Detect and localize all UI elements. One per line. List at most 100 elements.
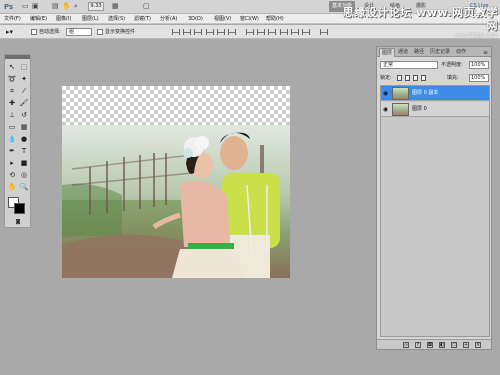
menu-image[interactable]: 图像(I) <box>56 15 71 23</box>
opacity-field[interactable]: 100% <box>469 61 489 69</box>
3d-rotate-icon[interactable]: ⟲ <box>7 170 17 180</box>
move-tool-icon[interactable]: ↖ <box>7 62 17 72</box>
visibility-eye-icon[interactable]: ◉ <box>382 90 389 97</box>
menu-analysis[interactable]: 分析(A) <box>160 15 177 23</box>
auto-select-label: 自动选择: <box>39 29 61 35</box>
opacity-label: 不透明度: <box>441 62 463 68</box>
tab-layers[interactable]: 图层 <box>379 48 396 57</box>
menu-3d[interactable]: 3D(D) <box>188 15 203 23</box>
menu-window[interactable]: 窗口(W) <box>240 15 259 23</box>
lock-position-icon[interactable] <box>413 75 418 81</box>
eraser-tool-icon[interactable]: ▭ <box>7 122 17 132</box>
menu-select[interactable]: 选择(S) <box>108 15 125 23</box>
quick-mask-icon[interactable]: ◙ <box>13 217 23 225</box>
new-layer-icon[interactable]: + <box>463 342 469 348</box>
layers-panel: 图层 通道 路径 历史记录 动作 ≡ 正常 不透明度: 100% 锁定: 填充:… <box>376 46 492 350</box>
lasso-tool-icon[interactable]: ➰ <box>7 74 17 84</box>
distribute-right-icon[interactable] <box>302 29 310 35</box>
path-select-icon[interactable]: ▸ <box>7 158 17 168</box>
layer-mask-icon[interactable]: ◘ <box>427 342 433 348</box>
fill-label: 填充: <box>447 75 459 81</box>
align-horizontal-center-icon[interactable] <box>217 29 225 35</box>
align-left-icon[interactable] <box>206 29 214 35</box>
eyedropper-icon[interactable]: ⁄ <box>19 86 29 96</box>
brush-tool-icon[interactable]: 🖌 <box>19 98 29 108</box>
distribute-bottom-icon[interactable] <box>268 29 276 35</box>
zoom-icon[interactable]: ⌕ <box>74 2 78 11</box>
bridge-icon[interactable]: ▭ <box>22 2 29 11</box>
auto-align-layers-icon[interactable] <box>320 29 328 35</box>
arrange-documents-icon[interactable]: ▦ <box>112 2 119 11</box>
align-right-icon[interactable] <box>228 29 236 35</box>
tab-paths[interactable]: 路径 <box>412 48 426 57</box>
layer-row-copy[interactable]: ◉ 图层 0 副本 <box>381 86 489 101</box>
type-tool-icon[interactable]: T <box>19 146 29 156</box>
layer-thumbnail <box>392 103 409 116</box>
move-tool-preset-icon[interactable]: ▸▾ <box>6 28 13 36</box>
fill-field[interactable]: 100% <box>469 74 489 82</box>
tools-panel: ↖ ⬚ ➰ ✦ ⌗ ⁄ ✚ 🖌 ⊥ ↺ ▭ ▦ 💧 ● ✒ T ▸ ■ ⟲ ◎ ✋ 🔍 ◙ <box>4 54 31 228</box>
zoom-level[interactable]: 9.33 <box>88 2 104 11</box>
marquee-tool-icon[interactable]: ⬚ <box>19 62 29 72</box>
watermark-text: 思缘设计论坛 www.网页教学网 <box>342 6 498 32</box>
lock-transparency-icon[interactable] <box>397 75 402 81</box>
screen-mode-icon[interactable]: ▢ <box>143 2 150 11</box>
pen-tool-icon[interactable]: ✒ <box>7 146 17 156</box>
lock-label: 锁定: <box>380 75 392 81</box>
panel-menu-icon[interactable]: ≡ <box>481 48 490 57</box>
history-brush-icon[interactable]: ↺ <box>19 110 29 120</box>
hand-icon[interactable]: ✋ <box>62 2 71 11</box>
dodge-tool-icon[interactable]: ● <box>19 134 29 144</box>
crop-tool-icon[interactable]: ⌗ <box>7 86 17 96</box>
link-layers-icon[interactable]: ∞ <box>403 342 409 348</box>
zoom-tool-icon[interactable]: 🔍 <box>19 182 29 192</box>
align-bottom-icon[interactable] <box>194 29 202 35</box>
tab-history[interactable]: 历史记录 <box>428 48 452 57</box>
lock-all-icon[interactable] <box>421 75 426 81</box>
shape-tool-icon[interactable]: ■ <box>19 158 29 168</box>
hand-tool-icon[interactable]: ✋ <box>7 182 17 192</box>
watermark-subtext: www.WEBJX.COM <box>454 33 498 39</box>
gradient-tool-icon[interactable]: ▦ <box>19 122 29 132</box>
healing-brush-icon[interactable]: ✚ <box>7 98 17 108</box>
layer-style-icon[interactable]: f <box>415 342 421 348</box>
menu-edit[interactable]: 编辑(E) <box>30 15 47 23</box>
auto-select-checkbox[interactable] <box>31 29 37 35</box>
wedding-photo-illustration <box>62 125 290 278</box>
menu-filter[interactable]: 滤镜(T) <box>134 15 151 23</box>
distribute-center-icon[interactable] <box>257 29 265 35</box>
magic-wand-icon[interactable]: ✦ <box>19 74 29 84</box>
lock-image-icon[interactable] <box>405 75 410 81</box>
clone-stamp-icon[interactable]: ⊥ <box>7 110 17 120</box>
show-transform-checkbox[interactable] <box>97 29 103 35</box>
layer-row-base[interactable]: ◉ 图层 0 <box>381 102 489 117</box>
adjustment-layer-icon[interactable]: ◐ <box>439 342 445 348</box>
watermark: 思缘设计论坛 www.网页教学网 www.WEBJX.COM <box>340 6 498 39</box>
tools-panel-header[interactable] <box>5 55 30 59</box>
panel-tab-strip: 图层 通道 路径 历史记录 动作 ≡ <box>377 47 491 57</box>
menu-file[interactable]: 文件(F) <box>4 15 21 23</box>
view-extras-icon[interactable]: ▤ <box>52 2 59 11</box>
tab-channels[interactable]: 通道 <box>396 48 410 57</box>
3d-orbit-icon[interactable]: ◎ <box>19 170 29 180</box>
menu-view[interactable]: 视图(V) <box>214 15 231 23</box>
background-color-swatch[interactable] <box>14 203 25 214</box>
align-vertical-center-icon[interactable] <box>183 29 191 35</box>
mini-bridge-icon[interactable]: ▣ <box>32 2 39 11</box>
auto-select-dropdown[interactable]: 组 <box>66 28 92 36</box>
delete-layer-icon[interactable]: × <box>475 342 481 348</box>
distribute-hcenter-icon[interactable] <box>291 29 299 35</box>
menu-help[interactable]: 帮助(H) <box>266 15 284 23</box>
distribute-left-icon[interactable] <box>280 29 288 35</box>
distribute-top-icon[interactable] <box>246 29 254 35</box>
new-group-icon[interactable]: ▭ <box>451 342 457 348</box>
layers-panel-footer: ∞ f ◘ ◐ ▭ + × <box>377 339 491 349</box>
align-top-icon[interactable] <box>172 29 180 35</box>
visibility-eye-icon[interactable]: ◉ <box>382 106 389 113</box>
tab-actions[interactable]: 动作 <box>454 48 468 57</box>
blur-tool-icon[interactable]: 💧 <box>7 134 17 144</box>
photoshop-logo: Ps <box>4 3 14 11</box>
menu-layer[interactable]: 图层(L) <box>82 15 99 23</box>
layer-name: 图层 0 <box>412 106 427 112</box>
blend-mode-dropdown[interactable]: 正常 <box>380 61 438 69</box>
